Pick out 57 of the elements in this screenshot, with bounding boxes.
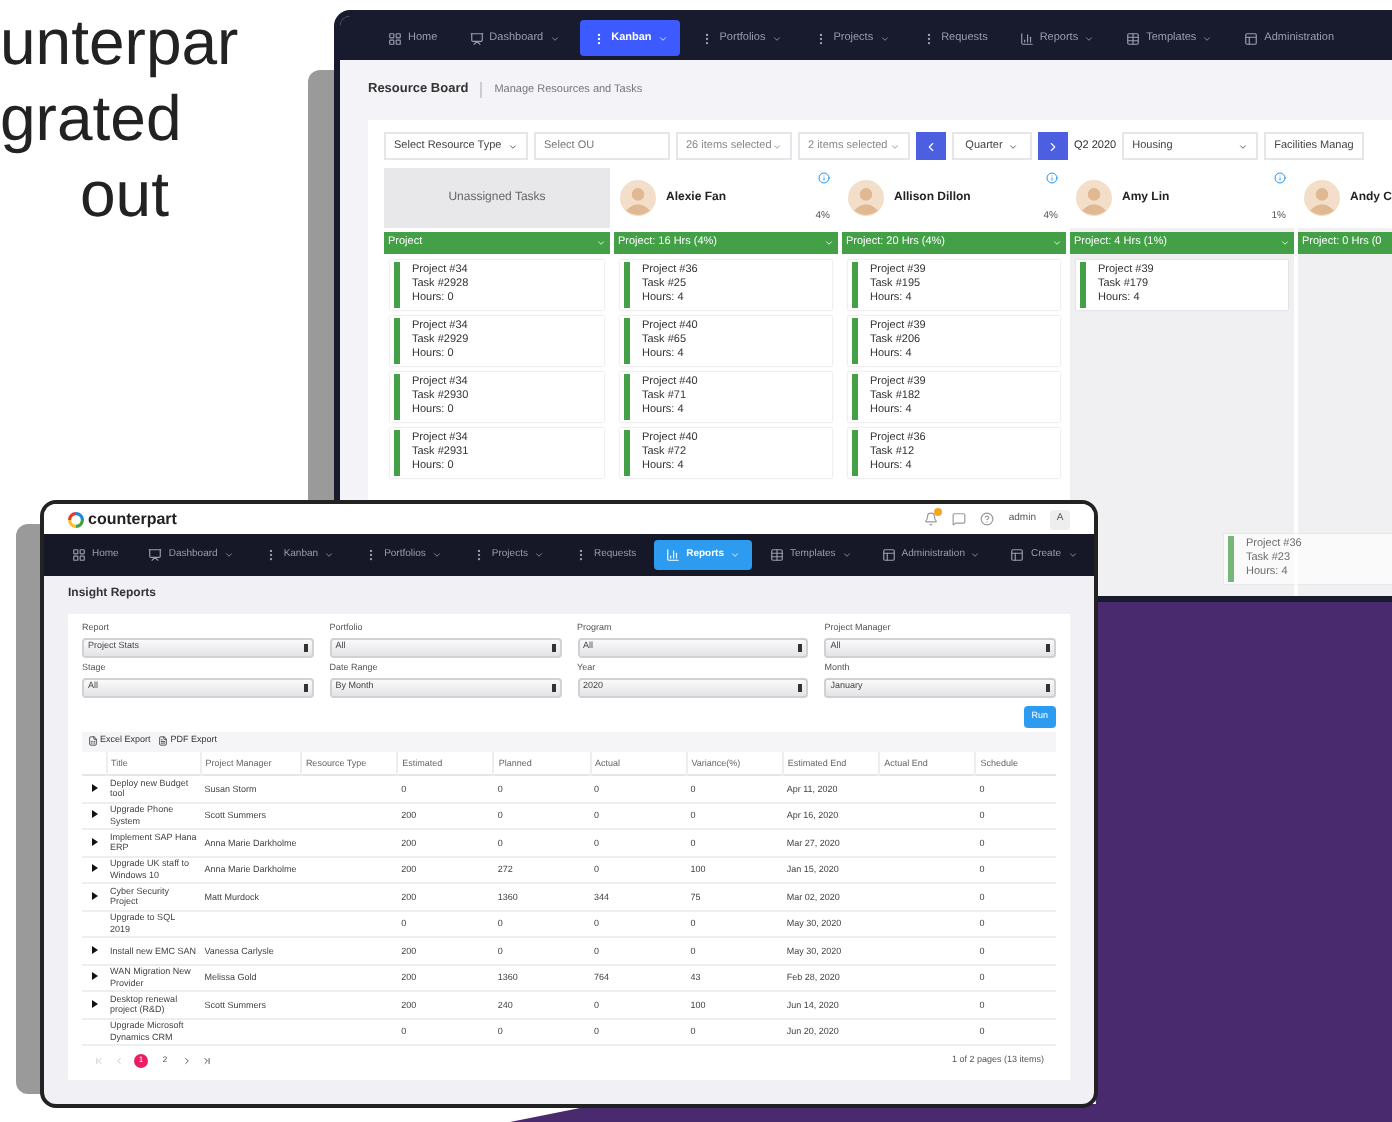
bar-chart-icon [666,548,681,562]
chat-icon[interactable] [952,512,967,526]
next-page-icon[interactable] [182,1055,192,1065]
headline-text: unterpar [0,4,239,80]
info-icon[interactable] [1274,172,1286,184]
caret-icon [1052,238,1062,248]
avatar-silhouette [848,180,884,216]
expand-icon[interactable] [91,810,98,818]
panel-icon [881,548,896,562]
logo-icon [68,511,84,527]
expand-icon[interactable] [91,783,98,791]
help-icon[interactable] [980,512,995,526]
caret-icon [1238,141,1249,151]
chevron-left-icon [924,139,938,153]
expand-icon[interactable] [91,972,98,980]
spinner-icon [798,683,803,691]
notification-icon[interactable] [924,512,939,526]
panel-icon [1010,548,1025,562]
headline-text: out [78,156,171,232]
panel-icon [1244,31,1259,45]
caret-icon [1008,141,1019,151]
expand-icon[interactable] [91,837,98,845]
caret-icon [824,238,834,248]
info-icon[interactable] [1046,172,1058,184]
expand-icon[interactable] [91,999,98,1007]
document-icon [88,736,98,746]
avatar-silhouette [1304,180,1340,216]
document-icon [158,736,169,746]
expand-icon[interactable] [91,945,98,953]
next-button[interactable] [1038,132,1068,160]
logo-text: counterpart [88,507,177,531]
spinner-icon [798,643,803,652]
avatar-silhouette [1076,180,1112,216]
expand-icon[interactable] [91,891,98,899]
last-page-icon[interactable] [202,1055,212,1065]
caret-icon [596,238,606,248]
table-icon [1126,31,1141,45]
notification-badge [934,508,943,516]
presentation-icon [469,31,484,45]
grid-icon [72,548,86,562]
caret-icon [508,141,518,151]
previous-button[interactable] [916,132,946,160]
spinner-icon [303,683,308,691]
presentation-icon [148,548,163,562]
grid-icon [388,31,402,45]
previous-page-icon[interactable] [114,1055,124,1065]
expand-icon[interactable] [91,864,98,872]
chevron-right-icon [1046,139,1060,153]
caret-icon [1280,238,1290,248]
avatar-silhouette [620,180,656,216]
table-icon [770,548,784,562]
headline-text: grated [0,80,184,156]
info-icon[interactable] [818,172,830,184]
spinner-icon [303,643,308,652]
caret-icon [890,141,900,151]
bar-chart-icon [1019,31,1034,45]
caret-icon [772,141,782,151]
